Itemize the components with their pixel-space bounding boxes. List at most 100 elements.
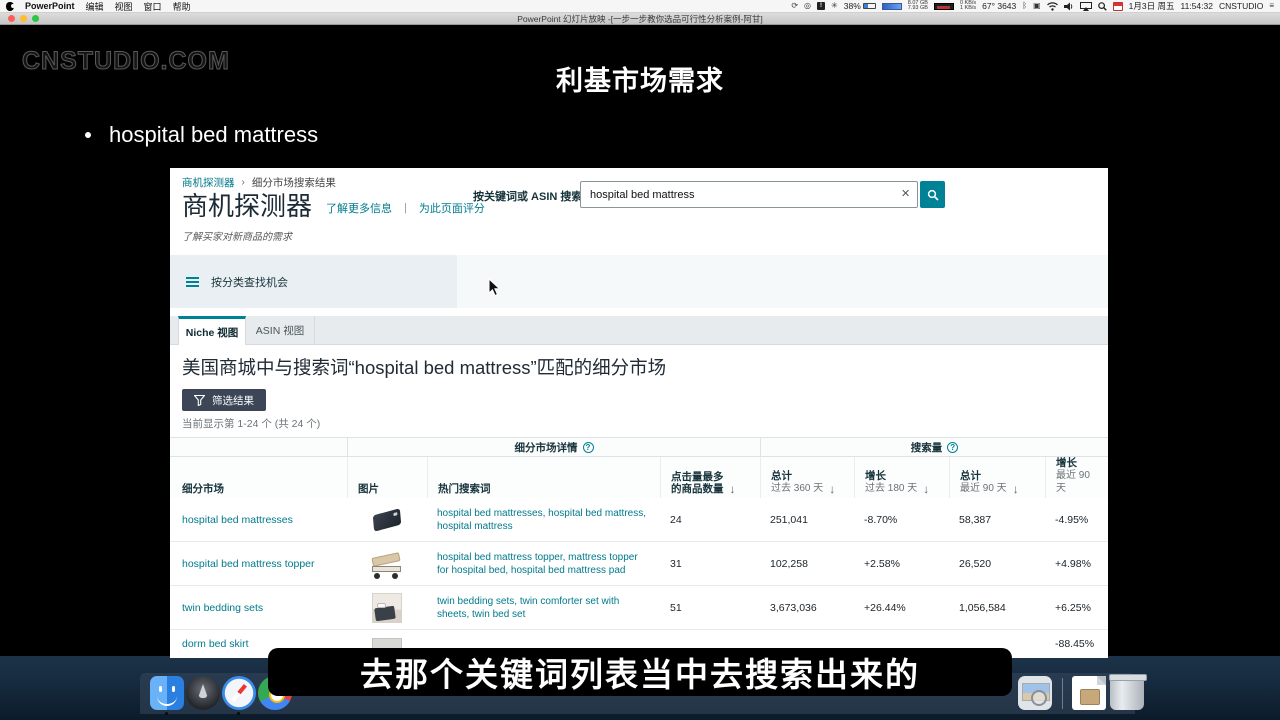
- growth-180: +2.58%: [854, 542, 949, 586]
- tab-niche-view[interactable]: Niche 视图: [178, 316, 246, 346]
- sort-arrow-icon[interactable]: ↓: [730, 484, 736, 495]
- product-thumbnail-mattress[interactable]: [373, 508, 401, 531]
- tab-strip: Niche 视图 ASIN 视图: [170, 316, 1108, 345]
- search-button[interactable]: [920, 181, 945, 208]
- mouse-cursor: [488, 278, 501, 297]
- menu-app-name[interactable]: PowerPoint: [25, 1, 75, 11]
- col-top-clicked[interactable]: 点击量最多 的商品数量 ↓: [660, 457, 760, 503]
- sort-arrow-icon[interactable]: ↓: [1013, 484, 1019, 495]
- wifi-icon[interactable]: [1047, 2, 1058, 11]
- product-thumbnail-hospital-bed[interactable]: [370, 549, 404, 579]
- keyword-search-input[interactable]: [580, 181, 918, 208]
- battery-icon: [863, 3, 876, 9]
- video-subtitle: 去那个关键词列表当中去搜索出来的: [268, 648, 1012, 696]
- menu-view[interactable]: 视图: [115, 0, 133, 13]
- funnel-icon: [194, 395, 205, 406]
- menu-window[interactable]: 窗口: [144, 0, 162, 13]
- total-360: 102,258: [760, 542, 854, 586]
- memory-readout[interactable]: 8.07 GB 7.93 GB: [908, 1, 928, 12]
- growth-90: -88.45%: [1045, 630, 1108, 658]
- page-subtitle: 了解买家对新商品的需求: [182, 228, 292, 243]
- dock-safari-icon[interactable]: [222, 676, 256, 710]
- group-header-details: 细分市场详情 ?: [347, 438, 760, 457]
- table-row: hospital bed mattresses hospital bed mat…: [170, 498, 1108, 542]
- help-icon[interactable]: ?: [583, 442, 594, 453]
- top-keywords: twin bedding sets, twin comforter set wi…: [427, 586, 660, 630]
- table-header-row: 细分市场 图片 热门搜索词 点击量最多 的商品数量 ↓ 总计 过去 360 天 …: [170, 457, 1108, 498]
- dock-finder-icon[interactable]: [150, 676, 184, 710]
- tab-asin-view[interactable]: ASIN 视图: [246, 316, 315, 345]
- window-titlebar: PowerPoint 幻灯片放映 -[一步一步教你选品可行性分析案例-阿甘]: [0, 13, 1280, 25]
- notification-icon[interactable]: !: [817, 2, 825, 10]
- screen: PowerPoint 编辑 视图 窗口 帮助 ⟳ ◎ ! ✳ 38% 8.07 …: [0, 0, 1280, 720]
- col-growth-180[interactable]: 增长 过去 180 天 ↓: [854, 457, 949, 503]
- notification-center-icon[interactable]: ≡: [1269, 2, 1274, 10]
- niche-link[interactable]: hospital bed mattresses: [182, 514, 293, 526]
- slide-title: 利基市场需求: [0, 59, 1280, 98]
- chevron-right-icon: ›: [242, 177, 245, 188]
- camera-icon[interactable]: ◎: [804, 2, 811, 10]
- network-readout[interactable]: 0 KB/s 1 KB/s: [960, 1, 976, 12]
- slide-bullet-text: hospital bed mattress: [109, 122, 318, 148]
- dock-trash-icon[interactable]: [1110, 676, 1144, 710]
- growth-90: +4.98%: [1045, 542, 1108, 586]
- bluetooth-icon[interactable]: ᛒ: [1022, 2, 1027, 10]
- calendar-icon[interactable]: [1113, 2, 1123, 11]
- learn-more-link[interactable]: 了解更多信息: [326, 200, 392, 216]
- input-source-icon[interactable]: ▣: [1033, 2, 1041, 10]
- dock-downloads-icon[interactable]: [1072, 676, 1106, 710]
- battery-indicator[interactable]: 38%: [844, 1, 876, 11]
- products-count: 31: [660, 542, 760, 586]
- menu-edit[interactable]: 编辑: [86, 0, 104, 13]
- menubar-username[interactable]: CNSTUDIO: [1219, 1, 1263, 11]
- browse-categories-button[interactable]: 按分类查找机会: [170, 255, 457, 308]
- dock-divider: [1062, 678, 1063, 709]
- total-360: 251,041: [760, 498, 854, 542]
- growth-180: -8.70%: [854, 498, 949, 542]
- dock-launchpad-icon[interactable]: [186, 676, 220, 710]
- window-title: PowerPoint 幻灯片放映 -[一步一步教你选品可行性分析案例-阿甘]: [0, 13, 1280, 25]
- niche-link[interactable]: twin bedding sets: [182, 602, 263, 614]
- snowflake-icon[interactable]: ✳: [831, 2, 838, 10]
- col-growth-90[interactable]: 增长 最近 90 天: [1045, 457, 1108, 503]
- spotlight-search-icon[interactable]: [1098, 2, 1107, 11]
- niche-link[interactable]: hospital bed mattress topper: [182, 558, 315, 570]
- breadcrumb: 商机探测器 › 细分市场搜索结果: [182, 175, 336, 190]
- sort-arrow-icon[interactable]: ↓: [829, 484, 835, 495]
- airplay-icon[interactable]: [1080, 2, 1092, 11]
- total-90: 26,520: [949, 542, 1045, 586]
- filter-results-button[interactable]: 筛选结果: [182, 389, 266, 411]
- weather-status[interactable]: 67° 3643: [982, 1, 1016, 11]
- volume-icon[interactable]: [1064, 2, 1074, 11]
- growth-90: -4.95%: [1045, 498, 1108, 542]
- macos-menubar: PowerPoint 编辑 视图 窗口 帮助 ⟳ ◎ ! ✳ 38% 8.07 …: [0, 0, 1280, 13]
- dock-preview-icon[interactable]: [1018, 676, 1052, 710]
- search-label: 按关键词或 ASIN 搜索: [473, 188, 582, 204]
- menubar-clock[interactable]: 11:54:32: [1180, 1, 1212, 11]
- total-360: 3,673,036: [760, 586, 854, 630]
- sort-arrow-icon[interactable]: ↓: [923, 484, 929, 495]
- col-total-90[interactable]: 总计 最近 90 天 ↓: [949, 457, 1045, 503]
- memory-meter-icon[interactable]: [882, 3, 902, 10]
- niche-link[interactable]: dorm bed skirt: [182, 638, 249, 650]
- product-thumbnail-bedding-set[interactable]: [372, 593, 402, 623]
- col-keywords: 热门搜索词: [438, 483, 491, 495]
- running-indicator: [237, 712, 240, 715]
- help-icon[interactable]: ?: [947, 442, 958, 453]
- battery-percent: 38%: [844, 1, 861, 11]
- col-total-360[interactable]: 总计 过去 360 天 ↓: [760, 457, 854, 503]
- cpu-meter-icon[interactable]: [934, 3, 954, 10]
- page-title: 商机探测器: [182, 192, 312, 221]
- apple-menu-icon[interactable]: [6, 2, 14, 11]
- top-keywords: hospital bed mattresses, hospital bed ma…: [427, 498, 660, 542]
- hamburger-icon: [186, 277, 199, 287]
- menu-help[interactable]: 帮助: [173, 0, 191, 13]
- table-row: twin bedding sets twin bedding sets, twi…: [170, 586, 1108, 630]
- sync-icon[interactable]: ⟳: [791, 2, 798, 10]
- total-90: 58,387: [949, 498, 1045, 542]
- link-divider: |: [404, 202, 407, 214]
- menubar-date[interactable]: 1月3日 周五: [1129, 0, 1175, 12]
- clear-search-icon[interactable]: ✕: [901, 187, 910, 200]
- result-count: 当前显示第 1-24 个 (共 24 个): [182, 416, 320, 431]
- breadcrumb-root-link[interactable]: 商机探测器: [182, 175, 235, 190]
